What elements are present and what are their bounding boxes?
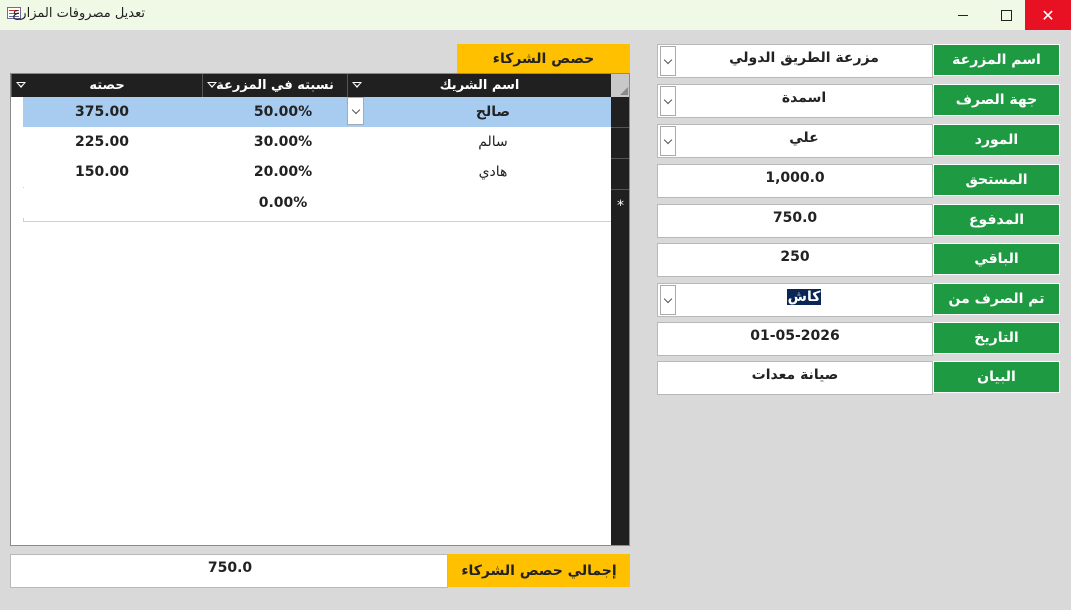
remaining-label: الباقي [933, 243, 1060, 275]
select-all-corner[interactable] [611, 74, 629, 97]
record-selector-divider [611, 189, 629, 190]
column-header-name-label: اسم الشريك [439, 78, 520, 93]
paid-from-label: تم الصرف من [933, 283, 1060, 315]
select-all-icon [620, 87, 628, 95]
date-field[interactable]: 01-05-2026 [657, 322, 933, 356]
amount-due-field[interactable]: 1,000.0 [657, 164, 933, 198]
supplier-dropdown-button[interactable] [660, 126, 676, 156]
percent-cell[interactable]: 50.00% [223, 104, 343, 120]
window-title: تعديل مصروفات المزارع [12, 6, 145, 21]
description-field[interactable]: صيانة معدات [657, 361, 933, 395]
column-filter-icon[interactable] [16, 82, 26, 88]
chevron-down-icon [351, 105, 360, 114]
partner-shares-title: حصص الشركاء [457, 44, 630, 74]
minimize-button[interactable] [939, 0, 987, 30]
column-header-percent[interactable]: نسبته في المزرعة [202, 74, 347, 97]
total-shares-label: إجمالي حصص الشركاء [448, 554, 630, 587]
farm-name-value: مزرعة الطريق الدولي [729, 50, 879, 66]
record-selector-divider [611, 158, 629, 159]
partner-shares-datasheet[interactable]: حصته نسبته في المزرعة اسم الشريك * 375.0… [10, 73, 630, 546]
total-shares-field[interactable]: 750.0 [10, 554, 448, 588]
column-header-share[interactable]: حصته [11, 74, 202, 97]
supplier-value: علي [789, 130, 819, 146]
share-cell[interactable]: 375.00 [75, 104, 195, 120]
expense-category-label: جهة الصرف [933, 84, 1060, 116]
date-value: 01-05-2026 [750, 328, 840, 344]
partner-name-cell[interactable]: هادي [423, 164, 563, 180]
remaining-field[interactable]: 250 [657, 243, 933, 277]
percent-cell[interactable]: 20.00% [223, 164, 343, 180]
close-button[interactable]: ✕ [1025, 0, 1071, 30]
table-row[interactable]: 225.00 30.00% سالم [23, 127, 611, 157]
paid-from-value: كاش [786, 289, 822, 305]
datasheet-header: حصته نسبته في المزرعة اسم الشريك [11, 74, 629, 97]
column-filter-icon[interactable] [207, 82, 217, 88]
farm-name-label: اسم المزرعة [933, 44, 1060, 76]
new-record-marker[interactable]: * [611, 192, 629, 219]
share-cell[interactable]: 225.00 [75, 134, 195, 150]
record-selector-bar[interactable] [611, 97, 629, 545]
partner-name-cell[interactable]: سالم [423, 134, 563, 150]
title-bar: تعديل مصروفات المزارع ✕ [0, 0, 1071, 30]
farm-name-combo[interactable]: مزرعة الطريق الدولي [657, 44, 933, 78]
maximize-icon [1000, 9, 1012, 21]
expense-category-combo[interactable]: اسمدة [657, 84, 933, 118]
supplier-combo[interactable]: علي [657, 124, 933, 158]
expense-category-dropdown-button[interactable] [660, 86, 676, 116]
chevron-down-icon [663, 294, 673, 303]
partner-name-cell[interactable]: صالح [423, 104, 563, 120]
amount-paid-value: 750.0 [772, 210, 818, 226]
supplier-label: المورد [933, 124, 1060, 156]
amount-paid-field[interactable]: 750.0 [657, 204, 933, 238]
amount-paid-label: المدفوع [933, 204, 1060, 236]
close-icon: ✕ [1041, 5, 1055, 25]
amount-due-label: المستحق [933, 164, 1060, 196]
partner-name-dropdown-button[interactable] [347, 97, 364, 125]
table-row[interactable]: 375.00 50.00% صالح [23, 97, 611, 127]
percent-cell[interactable]: 30.00% [223, 134, 343, 150]
description-value: صيانة معدات [751, 367, 839, 383]
grid-border [23, 221, 611, 222]
chevron-down-icon [663, 135, 673, 144]
share-cell[interactable]: 150.00 [75, 164, 195, 180]
column-header-name[interactable]: اسم الشريك [347, 74, 611, 97]
maximize-button[interactable] [982, 0, 1030, 30]
chevron-down-icon [663, 55, 673, 64]
total-shares-value: 750.0 [207, 560, 253, 576]
date-label: التاريخ [933, 322, 1060, 354]
paid-from-combo[interactable]: كاش [657, 283, 933, 317]
amount-due-value: 1,000.0 [765, 170, 825, 186]
column-header-share-label: حصته [89, 78, 125, 93]
record-selector-divider [611, 127, 629, 128]
column-filter-icon[interactable] [352, 82, 362, 88]
table-row[interactable]: 150.00 20.00% هادي [23, 157, 611, 187]
column-header-percent-label: نسبته في المزرعة [216, 78, 334, 93]
minimize-icon [958, 14, 968, 16]
expense-category-value: اسمدة [781, 90, 827, 106]
farm-name-dropdown-button[interactable] [660, 46, 676, 76]
description-label: البيان [933, 361, 1060, 393]
percent-cell[interactable]: 0.00% [223, 195, 343, 211]
paid-from-value-wrap: كاش [676, 289, 932, 305]
new-record-row[interactable]: 0.00% [23, 188, 611, 218]
remaining-value: 250 [780, 249, 810, 265]
paid-from-dropdown-button[interactable] [660, 285, 676, 315]
chevron-down-icon [663, 95, 673, 104]
